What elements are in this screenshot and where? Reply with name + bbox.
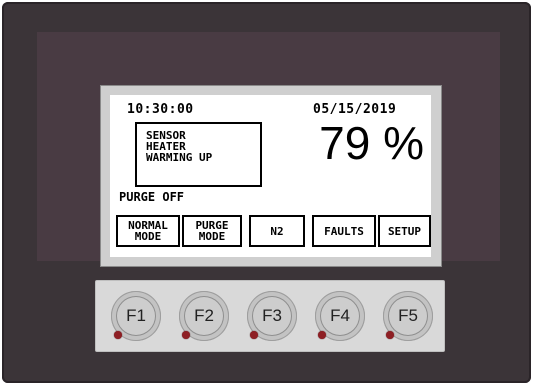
f1-led-indicator [114,331,122,339]
status-message-line: WARMING UP [146,151,213,164]
softkey-normal-mode[interactable]: NORMAL MODE [116,215,180,247]
softkey-label: FAULTS [324,224,364,238]
softkey-label: SETUP [387,224,422,238]
f3-led-indicator [250,331,258,339]
f4-led-indicator [318,331,326,339]
function-key-label: F2 [194,306,214,325]
softkey-faults[interactable]: FAULTS [312,215,376,247]
f2-led-indicator [182,331,190,339]
oxygen-reading: 79 % [319,117,424,169]
softkey-label: MODE [198,230,226,243]
softkey-label: MODE [134,230,162,243]
lcd-screen: 10:30:00 05/15/2019 SENSOR HEATER WARMIN… [110,95,431,257]
function-key-label: F1 [126,306,146,325]
f5-led-indicator [386,331,394,339]
status-message-box: SENSOR HEATER WARMING UP [135,122,262,187]
lcd-frame: 10:30:00 05/15/2019 SENSOR HEATER WARMIN… [100,85,442,267]
clock-time: 10:30:00 [127,102,194,117]
softkey-purge-mode[interactable]: PURGE MODE [182,215,242,247]
function-keypad: F1 F2 F3 F4 F5 [95,280,445,352]
purge-status: PURGE OFF [119,190,185,204]
softkey-n2[interactable]: N2 [249,215,305,247]
function-key-label: F4 [330,306,350,325]
softkey-bar: NORMAL MODE PURGE MODE N2 FAULTS SETUP [116,215,431,249]
function-key-label: F5 [398,306,418,325]
softkey-setup[interactable]: SETUP [378,215,431,247]
softkey-label: N2 [270,224,284,238]
function-key-label: F3 [262,306,282,325]
